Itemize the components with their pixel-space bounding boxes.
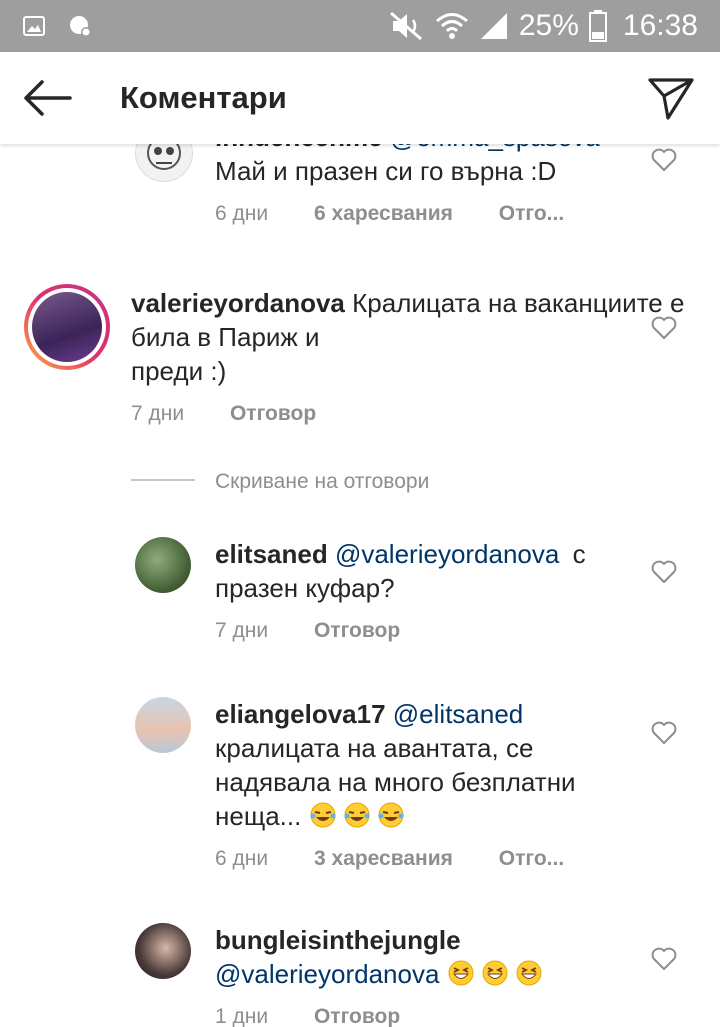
likes-count[interactable]: 6 харесвания: [314, 202, 453, 225]
like-heart-icon[interactable]: [651, 316, 677, 340]
comment-meta: 7 дни Отговор: [215, 619, 440, 643]
grinning-squint-emoji-icon: [448, 960, 474, 986]
mute-vibrate-icon: [389, 11, 422, 41]
comment-body: elitsaned @valerieyordanova с: [215, 537, 635, 571]
comment-time: 1 дни: [215, 1005, 269, 1027]
comment-text: с: [572, 539, 586, 569]
comment-text-end: неща...: [215, 801, 302, 831]
mention-link[interactable]: @emma_spasova: [390, 144, 600, 152]
comment-meta: 6 дни 3 харесвания Отго...: [215, 847, 604, 871]
username[interactable]: eliangelova17: [215, 699, 386, 729]
comment-time: 7 дни: [131, 402, 185, 425]
comment-meta: 6 дни 6 харесвания Отго...: [215, 202, 604, 226]
comment-text-cont: неща...: [215, 799, 411, 833]
battery-icon: [588, 10, 607, 42]
username[interactable]: innuencenme: [215, 144, 383, 152]
comment-meta: 1 дни Отговор: [215, 1005, 440, 1027]
comment-text-cont: празен куфар?: [215, 573, 395, 603]
avatar[interactable]: [135, 144, 193, 182]
comment-item: eliangelova17 @elitsaned кралицата на ав…: [0, 697, 720, 877]
reply-button[interactable]: Отговор: [314, 619, 400, 642]
reply-button[interactable]: Отговор: [230, 402, 316, 425]
grinning-squint-emoji-icon: [482, 960, 508, 986]
avatar[interactable]: [135, 697, 191, 753]
username[interactable]: valerieyordanova: [131, 288, 345, 318]
avatar[interactable]: [135, 537, 191, 593]
reply-button[interactable]: Отго...: [499, 202, 564, 225]
grinning-emoji-group: [447, 959, 549, 989]
avatar: [32, 292, 102, 362]
comment-text-cont: преди :): [131, 356, 227, 386]
replies-divider: [131, 479, 195, 481]
tears-of-joy-emoji-icon: [310, 802, 336, 828]
comment-text: кралицата на авантата, се: [215, 733, 534, 763]
laughing-emoji-group: [309, 801, 411, 831]
like-heart-icon[interactable]: [651, 721, 677, 745]
comment-item: bungleisinthejungle @valerieyordanova 1 …: [0, 923, 720, 1027]
app-bar: Коментари: [0, 52, 720, 144]
comment-time: 6 дни: [215, 847, 269, 870]
gallery-icon: [23, 16, 45, 36]
comment-text: Май и празен си го върна :D: [215, 156, 557, 186]
likes-count[interactable]: 3 харесвания: [314, 847, 453, 870]
tears-of-joy-emoji-icon: [344, 802, 370, 828]
grinning-squint-emoji-icon: [516, 960, 542, 986]
username[interactable]: elitsaned: [215, 539, 328, 569]
comments-list[interactable]: innuencenme @emma_spasova Май и празен с…: [0, 144, 720, 1027]
comment-body: valerieyordanova Кралицата на ваканциите…: [131, 286, 720, 354]
comment-body: eliangelova17 @elitsaned: [215, 697, 523, 731]
comment-body: bungleisinthejungle: [215, 923, 461, 957]
comment-text: @valerieyordanova: [215, 957, 549, 991]
comment-item: valerieyordanova Кралицата на ваканциите…: [0, 284, 720, 434]
tears-of-joy-emoji-icon: [378, 802, 404, 828]
signal-icon: [480, 13, 507, 39]
comment-body: innuencenme @emma_spasova: [215, 144, 600, 154]
like-heart-icon[interactable]: [651, 560, 677, 584]
page-title: Коментари: [120, 80, 287, 115]
reply-button[interactable]: Отговор: [314, 1005, 400, 1027]
skull-logo-icon: [147, 144, 181, 170]
wifi-icon: [435, 13, 468, 39]
status-bar: 25% 16:38: [0, 0, 720, 52]
battery-percent: 25%: [518, 9, 579, 42]
comment-time: 6 дни: [215, 202, 269, 225]
hide-replies-button[interactable]: Скриване на отговори: [215, 470, 429, 494]
like-heart-icon[interactable]: [651, 148, 677, 172]
avatar-story-ring[interactable]: [24, 284, 110, 370]
comment-time: 7 дни: [215, 619, 269, 642]
clock: 16:38: [622, 9, 698, 42]
chat-bubble-icon: [70, 16, 91, 37]
like-heart-icon[interactable]: [651, 947, 677, 971]
comment-item: innuencenme @emma_spasova Май и празен с…: [0, 144, 720, 244]
back-arrow-icon[interactable]: [22, 78, 72, 118]
username[interactable]: bungleisinthejungle: [215, 925, 461, 955]
comment-text-cont: надявала на много безплатни: [215, 767, 576, 797]
reply-button[interactable]: Отго...: [499, 847, 564, 870]
direct-send-icon[interactable]: [646, 72, 696, 122]
comment-meta: 7 дни Отговор: [131, 402, 356, 426]
mention-link[interactable]: @valerieyordanova: [215, 959, 439, 989]
comment-item: elitsaned @valerieyordanova с празен куф…: [0, 537, 720, 657]
mention-link[interactable]: @valerieyordanova: [335, 539, 559, 569]
mention-link[interactable]: @elitsaned: [393, 699, 523, 729]
avatar[interactable]: [135, 923, 191, 979]
